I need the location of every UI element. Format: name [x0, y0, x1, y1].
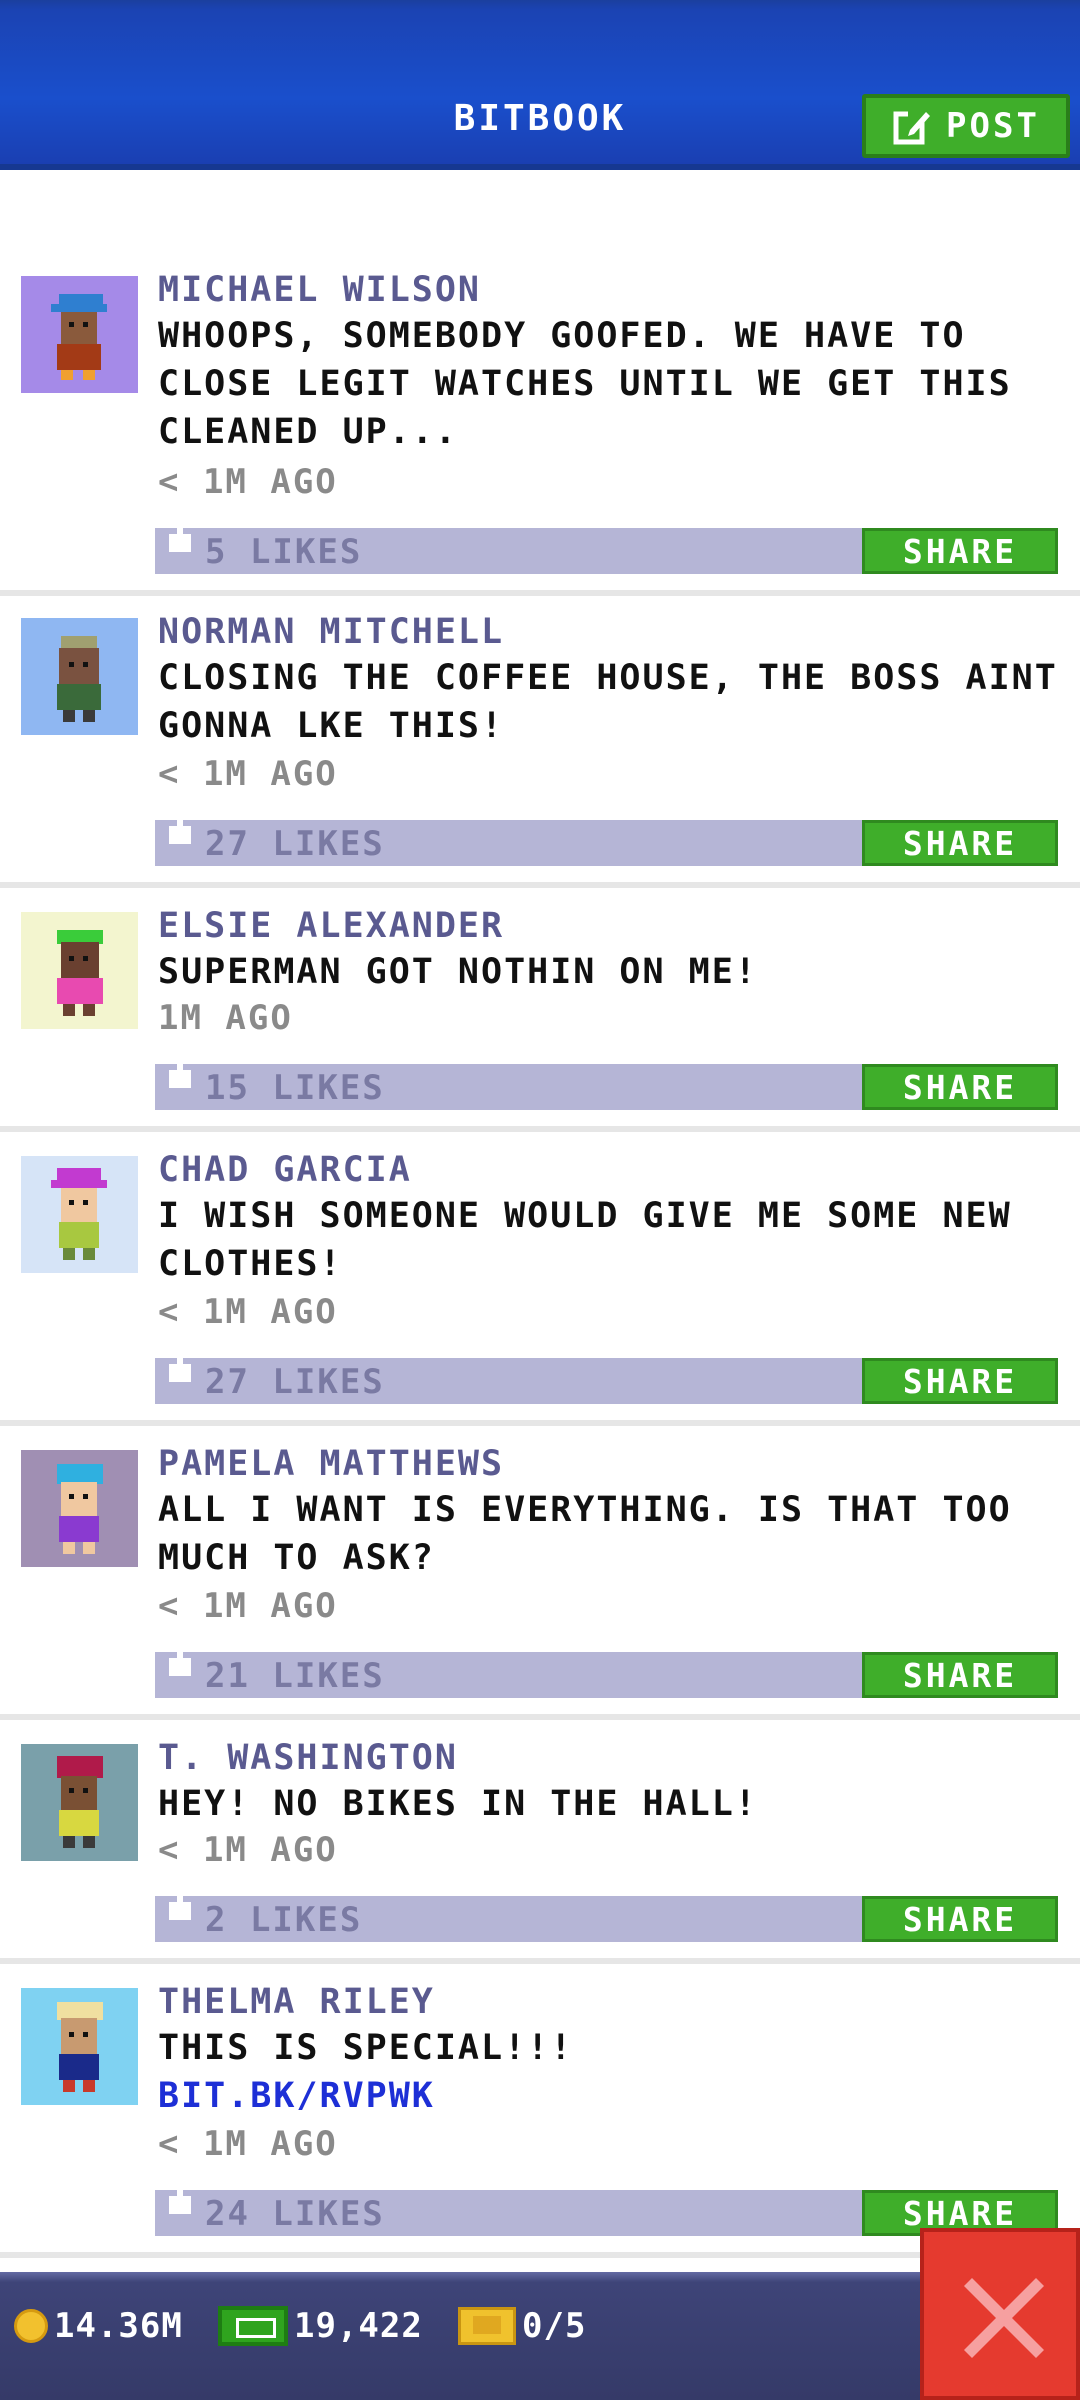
- share-button[interactable]: SHARE: [862, 820, 1058, 866]
- post-time: < 1M AGO: [158, 1292, 338, 1332]
- post-text: CLOSING THE COFFEE HOUSE, THE BOSS AINT …: [158, 658, 1058, 746]
- close-button[interactable]: [920, 2228, 1080, 2400]
- post-button[interactable]: POST: [862, 94, 1070, 158]
- likes-bar[interactable]: 15 LIKES: [155, 1056, 862, 1110]
- post-text: SUPERMAN GOT NOTHIN ON ME!: [158, 952, 758, 992]
- bux-icon: [218, 2306, 288, 2346]
- likes-bar[interactable]: 27 LIKES: [155, 812, 862, 866]
- likes-bar[interactable]: 2 LIKES: [155, 1888, 862, 1942]
- divider: [0, 1714, 1080, 1720]
- post-author[interactable]: NORMAN MITCHELL: [158, 612, 504, 652]
- app-header: BITBOOK POST: [0, 0, 1080, 170]
- bottom-status-bar: 14.36M 19,422 0/5: [0, 2272, 1080, 2400]
- share-button[interactable]: SHARE: [862, 1358, 1058, 1404]
- likes-count: 24 LIKES: [205, 2194, 385, 2234]
- thumb-up-icon: [169, 1350, 191, 1382]
- tickets-stat[interactable]: 0/5: [458, 2298, 586, 2354]
- likes-bar[interactable]: 5 LIKES: [155, 520, 862, 574]
- thumb-up-icon: [169, 1056, 191, 1088]
- divider: [0, 590, 1080, 596]
- post-button-label: POST: [946, 106, 1040, 146]
- post-author[interactable]: T. WASHINGTON: [158, 1738, 458, 1778]
- bux-value: 19,422: [294, 2306, 423, 2346]
- thumb-up-icon: [169, 520, 191, 552]
- thumb-up-icon: [169, 812, 191, 844]
- post-author[interactable]: THELMA RILEY: [158, 1982, 435, 2022]
- post-author[interactable]: CHAD GARCIA: [158, 1150, 412, 1190]
- post-time: < 1M AGO: [158, 462, 338, 502]
- post-text: I WISH SOMEONE WOULD GIVE ME SOME NEW CL…: [158, 1196, 1012, 1284]
- share-button[interactable]: SHARE: [862, 528, 1058, 574]
- coins-stat[interactable]: 14.36M: [14, 2298, 183, 2354]
- share-button[interactable]: SHARE: [862, 1064, 1058, 1110]
- avatar: [21, 1988, 138, 2105]
- avatar: [21, 1156, 138, 1273]
- avatar: [21, 276, 138, 393]
- divider: [0, 1420, 1080, 1426]
- ticket-icon: [458, 2307, 516, 2345]
- post-time: < 1M AGO: [158, 754, 338, 794]
- close-icon: [964, 2278, 1044, 2358]
- tickets-value: 0/5: [522, 2306, 587, 2346]
- post-text: THIS IS SPECIAL!!!: [158, 2028, 574, 2068]
- avatar: [21, 912, 138, 1029]
- thumb-up-icon: [169, 1888, 191, 1920]
- divider: [0, 1126, 1080, 1132]
- likes-bar[interactable]: 21 LIKES: [155, 1644, 862, 1698]
- post-text: HEY! NO BIKES IN THE HALL!: [158, 1784, 758, 1824]
- post-author[interactable]: ELSIE ALEXANDER: [158, 906, 504, 946]
- post-time: < 1M AGO: [158, 1830, 338, 1870]
- post-author[interactable]: MICHAEL WILSON: [158, 270, 481, 310]
- thumb-up-icon: [169, 2182, 191, 2214]
- post-time: < 1M AGO: [158, 2124, 338, 2164]
- post-link[interactable]: BIT.BK/RVPWK: [158, 2072, 1058, 2120]
- avatar: [21, 1744, 138, 1861]
- likes-count: 2 LIKES: [205, 1900, 363, 1940]
- divider: [0, 1958, 1080, 1964]
- post-text: ALL I WANT IS EVERYTHING. IS THAT TOO MU…: [158, 1490, 1012, 1578]
- likes-count: 21 LIKES: [205, 1656, 385, 1696]
- coins-value: 14.36M: [54, 2306, 183, 2346]
- share-button[interactable]: SHARE: [862, 1652, 1058, 1698]
- post-time: 1M AGO: [158, 998, 293, 1038]
- divider: [0, 2252, 1080, 2258]
- likes-count: 5 LIKES: [205, 532, 363, 572]
- share-button[interactable]: SHARE: [862, 1896, 1058, 1942]
- edit-icon: [893, 110, 931, 145]
- avatar: [21, 1450, 138, 1567]
- post-time: < 1M AGO: [158, 1586, 338, 1626]
- coin-icon: [14, 2309, 48, 2343]
- likes-count: 27 LIKES: [205, 824, 385, 864]
- thumb-up-icon: [169, 1644, 191, 1676]
- post-author[interactable]: PAMELA MATTHEWS: [158, 1444, 504, 1484]
- likes-bar[interactable]: 24 LIKES: [155, 2182, 862, 2236]
- post-text: WHOOPS, SOMEBODY GOOFED. WE HAVE TO CLOS…: [158, 316, 1012, 452]
- avatar: [21, 618, 138, 735]
- likes-bar[interactable]: 27 LIKES: [155, 1350, 862, 1404]
- bux-stat[interactable]: 19,422: [218, 2298, 423, 2354]
- divider: [0, 882, 1080, 888]
- likes-count: 15 LIKES: [205, 1068, 385, 1108]
- likes-count: 27 LIKES: [205, 1362, 385, 1402]
